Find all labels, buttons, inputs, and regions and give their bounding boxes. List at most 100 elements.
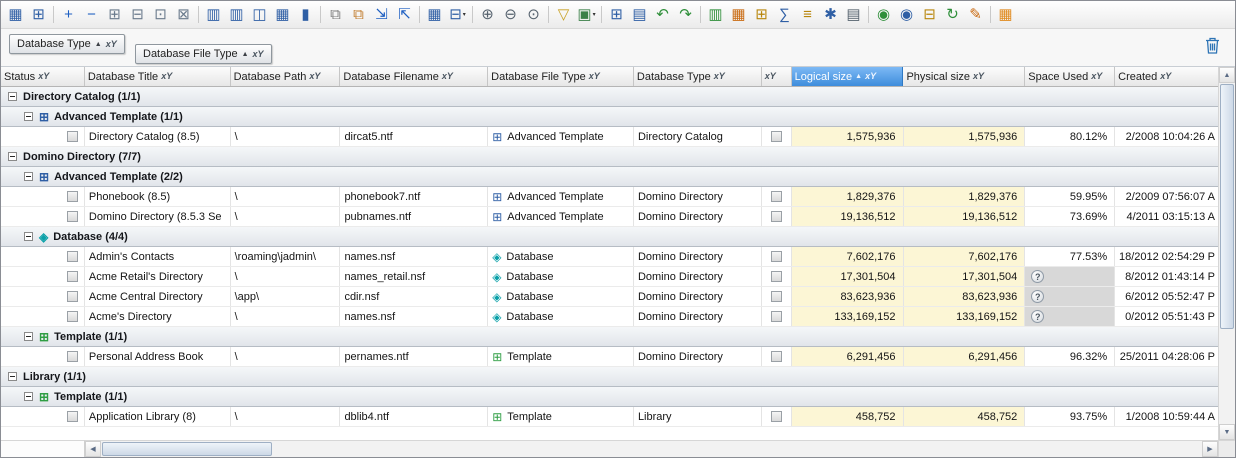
status-cell[interactable] bbox=[1, 267, 85, 286]
row-checkbox[interactable] bbox=[771, 291, 782, 302]
zoom-in-button[interactable]: ⊕ bbox=[476, 4, 499, 26]
database-file-type-cell[interactable]: ⊞Advanced Template bbox=[488, 207, 634, 226]
database-title-cell[interactable]: Personal Address Book bbox=[85, 347, 231, 366]
physical-size-cell[interactable]: 6,291,456 bbox=[904, 347, 1026, 366]
zoom-reset-button[interactable]: ⊙ bbox=[522, 4, 545, 26]
horizontal-scrollbar[interactable]: ◀ ▶ bbox=[85, 440, 1218, 457]
database-type-cell[interactable]: Directory Catalog bbox=[634, 127, 762, 146]
column-header-physical-size[interactable]: Physical sizexY bbox=[903, 67, 1025, 86]
filter-icon[interactable]: xY bbox=[161, 72, 172, 81]
totals-button[interactable]: ∑ bbox=[773, 4, 796, 26]
physical-size-cell[interactable]: 458,752 bbox=[904, 407, 1026, 426]
database-file-type-cell[interactable]: ⊞Template bbox=[488, 407, 634, 426]
database-path-cell[interactable]: \ bbox=[231, 127, 341, 146]
group-pill-database-file-type[interactable]: Database File Type▲xY bbox=[135, 44, 272, 64]
pivot-grid-button[interactable]: ▦ bbox=[727, 4, 750, 26]
database-filename-cell[interactable]: pernames.ntf bbox=[340, 347, 488, 366]
grid-layout-button[interactable]: ▦ bbox=[271, 4, 294, 26]
column-chart-button[interactable]: ▥ bbox=[704, 4, 727, 26]
row-checkbox[interactable] bbox=[771, 411, 782, 422]
created-cell[interactable]: 2/2009 07:56:07 A bbox=[1115, 187, 1218, 206]
vertical-scroll-thumb[interactable] bbox=[1220, 84, 1234, 329]
filter-icon[interactable]: xY bbox=[865, 72, 876, 81]
row-checkbox[interactable] bbox=[771, 271, 782, 282]
copy-row-button[interactable]: ⊡ bbox=[149, 4, 172, 26]
row-checkbox[interactable] bbox=[67, 411, 78, 422]
remove-selection-button[interactable]: − bbox=[80, 4, 103, 26]
database-filename-cell[interactable]: dblib4.ntf bbox=[340, 407, 488, 426]
space-used-cell[interactable]: 93.75% bbox=[1025, 407, 1115, 426]
row-checkbox[interactable] bbox=[67, 211, 78, 222]
flag-cell[interactable] bbox=[762, 287, 792, 306]
database-file-type-cell[interactable]: ◈Database bbox=[488, 287, 634, 306]
logical-size-cell[interactable]: 19,136,512 bbox=[792, 207, 904, 226]
database-file-type-cell[interactable]: ◈Database bbox=[488, 307, 634, 326]
row-checkbox[interactable] bbox=[67, 251, 78, 262]
logical-size-cell[interactable]: 458,752 bbox=[792, 407, 904, 426]
database-title-cell[interactable]: Acme Retail's Directory bbox=[85, 267, 231, 286]
logical-size-cell[interactable]: 17,301,504 bbox=[792, 267, 904, 286]
flag-cell[interactable] bbox=[762, 127, 792, 146]
scroll-down-button[interactable]: ▼ bbox=[1219, 424, 1235, 440]
filter-icon[interactable]: xY bbox=[973, 72, 984, 81]
database-path-cell[interactable]: \roaming\jadmin\ bbox=[231, 247, 341, 266]
collapse-icon[interactable] bbox=[24, 392, 33, 401]
column-header-database-title[interactable]: Database TitlexY bbox=[85, 67, 231, 86]
database-file-type-cell[interactable]: ⊞Template bbox=[488, 347, 634, 366]
vertical-scroll-track[interactable] bbox=[1219, 83, 1235, 424]
created-cell[interactable]: 2/2008 10:04:26 A bbox=[1115, 127, 1218, 146]
row-checkbox[interactable] bbox=[771, 131, 782, 142]
load-previous-button[interactable]: ↶ bbox=[651, 4, 674, 26]
edit-notes-button[interactable]: ✎ bbox=[964, 4, 987, 26]
grid-panels-button[interactable]: ⊞ bbox=[27, 4, 50, 26]
collapse-icon[interactable] bbox=[24, 112, 33, 121]
export-grid-button[interactable]: ⊞ bbox=[605, 4, 628, 26]
console-button[interactable]: ▤ bbox=[842, 4, 865, 26]
created-cell[interactable]: 1/2008 10:59:44 A bbox=[1115, 407, 1218, 426]
add-selection-button[interactable]: + bbox=[57, 4, 80, 26]
database-type-cell[interactable]: Domino Directory bbox=[634, 287, 762, 306]
created-cell[interactable]: 25/2011 04:28:06 P bbox=[1115, 347, 1218, 366]
filter-icon[interactable]: xY bbox=[765, 72, 776, 81]
vertical-scrollbar[interactable]: ▲ ▼ bbox=[1218, 67, 1235, 440]
column-header-database-file-type[interactable]: Database File TypexY bbox=[488, 67, 634, 86]
space-used-cell[interactable]: 96.32% bbox=[1025, 347, 1115, 366]
clear-filter-button[interactable]: ▽ bbox=[552, 4, 575, 26]
collapse-icon[interactable] bbox=[24, 332, 33, 341]
database-path-cell[interactable]: \ bbox=[231, 307, 341, 326]
insert-row-button[interactable]: ⊞ bbox=[103, 4, 126, 26]
database-file-type-cell[interactable]: ⊞Advanced Template bbox=[488, 187, 634, 206]
copy-button[interactable]: ⧉ bbox=[324, 4, 347, 26]
database-file-type-cell[interactable]: ⊞Advanced Template bbox=[488, 127, 634, 146]
database-file-type-cell[interactable]: ◈Database bbox=[488, 267, 634, 286]
filter-icon[interactable]: xY bbox=[309, 72, 320, 81]
freeze-columns-button[interactable]: ◫ bbox=[248, 4, 271, 26]
logical-size-cell[interactable]: 6,291,456 bbox=[792, 347, 904, 366]
created-cell[interactable]: 8/2012 01:43:14 P bbox=[1115, 267, 1218, 286]
collapse-icon[interactable] bbox=[8, 92, 17, 101]
flag-cell[interactable] bbox=[762, 267, 792, 286]
print-grid-button[interactable]: ▤ bbox=[628, 4, 651, 26]
filter-icon[interactable]: xY bbox=[1160, 72, 1171, 81]
group-columns-button[interactable]: ▥ bbox=[225, 4, 248, 26]
row-options-button[interactable]: ⊠ bbox=[172, 4, 195, 26]
aggregates-button[interactable]: ≡ bbox=[796, 4, 819, 26]
column-header-flag[interactable]: xY bbox=[762, 67, 792, 86]
column-header-database-filename[interactable]: Database FilenamexY bbox=[340, 67, 488, 86]
row-checkbox[interactable] bbox=[771, 311, 782, 322]
database-type-cell[interactable]: Domino Directory bbox=[634, 207, 762, 226]
row-checkbox[interactable] bbox=[67, 311, 78, 322]
database-title-cell[interactable]: Domino Directory (8.5.3 Se bbox=[85, 207, 231, 226]
status-cell[interactable] bbox=[1, 187, 85, 206]
flag-cell[interactable] bbox=[762, 187, 792, 206]
database-type-cell[interactable]: Domino Directory bbox=[634, 307, 762, 326]
row-checkbox[interactable] bbox=[771, 251, 782, 262]
row-checkbox[interactable] bbox=[67, 291, 78, 302]
physical-size-cell[interactable]: 83,623,936 bbox=[904, 287, 1026, 306]
remove-grouping-button[interactable] bbox=[1201, 35, 1223, 59]
created-cell[interactable]: 0/2012 05:51:43 P bbox=[1115, 307, 1218, 326]
space-used-cell[interactable]: ? bbox=[1025, 267, 1115, 286]
scroll-up-button[interactable]: ▲ bbox=[1219, 67, 1235, 83]
database-filename-cell[interactable]: dircat5.ntf bbox=[340, 127, 488, 146]
filter-icon[interactable]: xY bbox=[589, 72, 600, 81]
